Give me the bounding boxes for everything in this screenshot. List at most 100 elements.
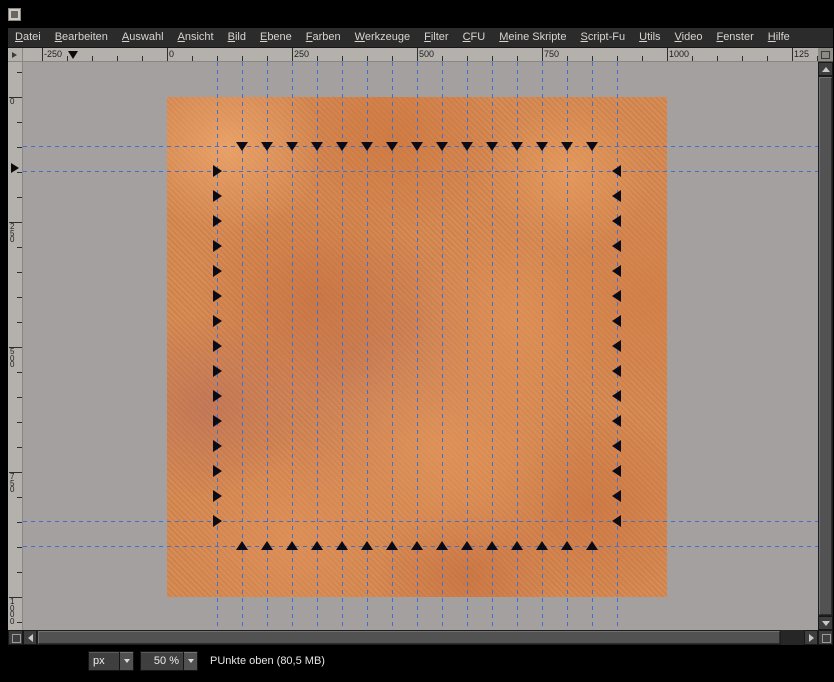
menu-meine-skripte[interactable]: Meine Skripte <box>492 28 573 47</box>
point-marker-right <box>213 165 222 177</box>
ruler-pointer-y-icon <box>11 163 19 173</box>
h-ruler-label: 1000 <box>669 49 689 59</box>
point-marker-up <box>336 541 348 550</box>
zoom-value: 50 % <box>141 652 183 670</box>
point-marker-down <box>586 142 598 151</box>
menu-ebene[interactable]: Ebene <box>253 28 299 47</box>
point-marker-left <box>612 290 621 302</box>
menu-bar: DateiBearbeitenAuswahlAnsichtBildEbeneFa… <box>8 28 833 48</box>
menu-script-fu[interactable]: Script-Fu <box>573 28 632 47</box>
h-ruler-label: 250 <box>294 49 309 59</box>
point-marker-left <box>612 315 621 327</box>
vertical-scrollbar-track[interactable] <box>818 76 833 616</box>
navigation-button[interactable] <box>818 630 833 645</box>
point-marker-up <box>386 541 398 550</box>
h-ruler-label: 500 <box>419 49 434 59</box>
point-marker-right <box>213 265 222 277</box>
ruler-corner-button[interactable] <box>8 48 23 62</box>
v-ruler-label: 500 <box>10 349 17 369</box>
point-marker-left <box>612 190 621 202</box>
menu-auswahl[interactable]: Auswahl <box>115 28 171 47</box>
point-marker-right <box>213 315 222 327</box>
point-marker-up <box>286 541 298 550</box>
quickmask-toggle-button[interactable] <box>8 630 23 645</box>
status-bar: px 50 % PUnkte oben (80,5 MB) <box>0 645 834 682</box>
point-marker-left <box>612 415 621 427</box>
vertical-scrollbar-thumb[interactable] <box>818 76 833 616</box>
point-marker-up <box>536 541 548 550</box>
menu-filter[interactable]: Filter <box>417 28 455 47</box>
v-ruler-label: 750 <box>10 474 17 494</box>
unit-combo[interactable]: px <box>88 651 134 671</box>
point-marker-down <box>336 142 348 151</box>
v-ruler-label: 250 <box>10 224 17 244</box>
markers-layer <box>23 62 818 630</box>
unit-dropdown-button[interactable] <box>119 652 133 670</box>
point-marker-left <box>612 265 621 277</box>
point-marker-right <box>213 340 222 352</box>
menu-farben[interactable]: Farben <box>299 28 348 47</box>
point-marker-down <box>486 142 498 151</box>
window-icon[interactable] <box>8 8 21 21</box>
menu-datei[interactable]: Datei <box>8 28 48 47</box>
h-ruler-label: 0 <box>169 49 174 59</box>
menu-hilfe[interactable]: Hilfe <box>761 28 797 47</box>
chevron-down-icon <box>124 659 130 663</box>
zoom-combo[interactable]: 50 % <box>140 651 198 671</box>
point-marker-right <box>213 365 222 377</box>
point-marker-left <box>612 515 621 527</box>
point-marker-up <box>236 541 248 550</box>
menu-fenster[interactable]: Fenster <box>709 28 760 47</box>
zoom-dropdown-button[interactable] <box>183 652 197 670</box>
point-marker-left <box>612 365 621 377</box>
menu-video[interactable]: Video <box>668 28 710 47</box>
point-marker-right <box>213 415 222 427</box>
point-marker-up <box>361 541 373 550</box>
point-marker-right <box>213 490 222 502</box>
scroll-down-button[interactable] <box>818 616 833 630</box>
point-marker-left <box>612 215 621 227</box>
point-marker-down <box>536 142 548 151</box>
point-marker-up <box>311 541 323 550</box>
point-marker-up <box>486 541 498 550</box>
canvas-viewport[interactable] <box>23 62 818 630</box>
v-ruler-label: 1000 <box>10 599 17 625</box>
point-marker-up <box>511 541 523 550</box>
corner-arrow-icon <box>12 52 17 58</box>
point-marker-down <box>436 142 448 151</box>
point-marker-right <box>213 390 222 402</box>
scroll-left-button[interactable] <box>23 630 37 645</box>
menu-bild[interactable]: Bild <box>221 28 253 47</box>
vertical-scrollbar[interactable] <box>818 62 833 630</box>
gimp-window: DateiBearbeitenAuswahlAnsichtBildEbeneFa… <box>0 0 834 682</box>
arrow-right-icon <box>809 634 814 642</box>
zoom-corner-button[interactable] <box>818 48 833 62</box>
horizontal-scrollbar-track[interactable] <box>37 630 804 645</box>
status-row: px 50 % PUnkte oben (80,5 MB) <box>88 651 325 671</box>
horizontal-scrollbar[interactable] <box>23 630 818 645</box>
scroll-right-button[interactable] <box>804 630 818 645</box>
ruler-pointer-x-icon <box>68 51 78 59</box>
v-ruler-label: 0 <box>10 99 17 106</box>
point-marker-down <box>561 142 573 151</box>
point-marker-left <box>612 490 621 502</box>
scroll-up-button[interactable] <box>818 62 833 76</box>
point-marker-right <box>213 515 222 527</box>
point-marker-down <box>261 142 273 151</box>
point-marker-right <box>213 440 222 452</box>
menu-cfu[interactable]: CFU <box>456 28 493 47</box>
point-marker-down <box>461 142 473 151</box>
menu-bearbeiten[interactable]: Bearbeiten <box>48 28 115 47</box>
menu-ansicht[interactable]: Ansicht <box>171 28 221 47</box>
point-marker-left <box>612 340 621 352</box>
point-marker-up <box>461 541 473 550</box>
horizontal-scrollbar-thumb[interactable] <box>37 630 781 645</box>
menu-werkzeuge[interactable]: Werkzeuge <box>348 28 417 47</box>
horizontal-ruler[interactable]: -25002505007501000125 <box>23 48 818 62</box>
point-marker-up <box>586 541 598 550</box>
menu-utils[interactable]: Utils <box>632 28 667 47</box>
point-marker-up <box>261 541 273 550</box>
status-message: PUnkte oben (80,5 MB) <box>204 655 325 667</box>
point-marker-down <box>236 142 248 151</box>
vertical-ruler[interactable]: 0 250 500 750 1000 <box>8 62 23 630</box>
